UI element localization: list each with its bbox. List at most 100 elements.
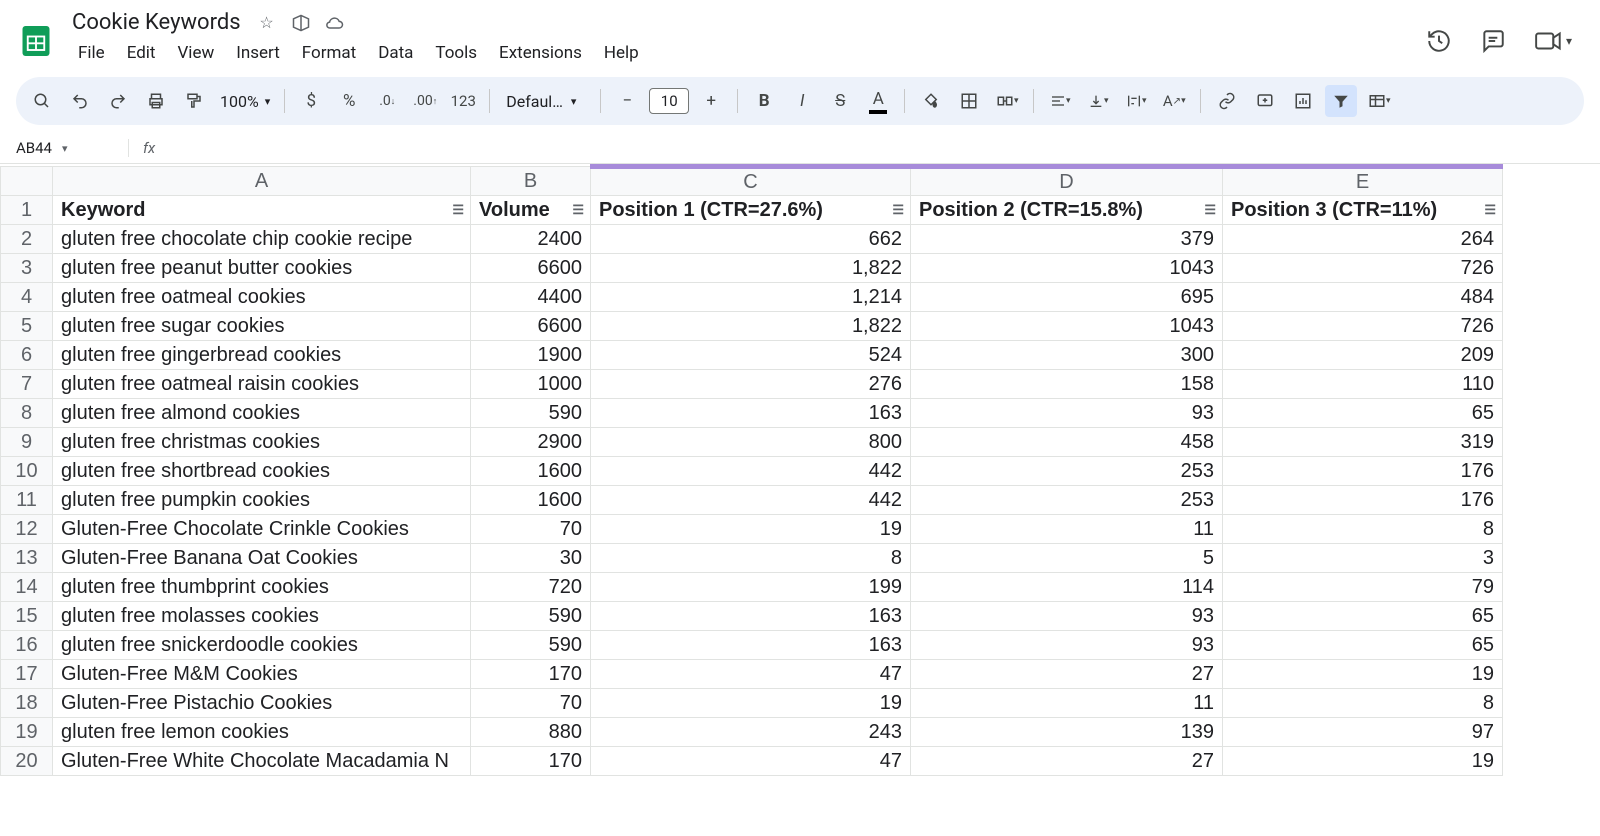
table-row[interactable]: 7gluten free oatmeal raisin cookies10002… xyxy=(1,370,1503,399)
cell[interactable]: 264 xyxy=(1223,225,1503,254)
table-row[interactable]: 8gluten free almond cookies5901639365 xyxy=(1,399,1503,428)
cell[interactable]: Gluten-Free Pistachio Cookies xyxy=(53,689,471,718)
cell[interactable]: gluten free snickerdoodle cookies xyxy=(53,631,471,660)
increase-decimal-icon[interactable]: .00↑ xyxy=(409,85,441,117)
zoom-select[interactable]: 100% ▾ xyxy=(216,92,274,111)
col-header-D[interactable]: D xyxy=(911,167,1223,196)
table-row[interactable]: 20Gluten-Free White Chocolate Macadamia … xyxy=(1,747,1503,776)
cell[interactable]: 1,822 xyxy=(591,312,911,341)
star-icon[interactable]: ☆ xyxy=(257,13,277,33)
table-row[interactable]: 3gluten free peanut butter cookies66001,… xyxy=(1,254,1503,283)
cell[interactable]: 300 xyxy=(911,341,1223,370)
cell[interactable]: gluten free molasses cookies xyxy=(53,602,471,631)
cell[interactable]: 93 xyxy=(911,399,1223,428)
menu-data[interactable]: Data xyxy=(368,39,423,67)
cell[interactable]: 114 xyxy=(911,573,1223,602)
row-header[interactable]: 8 xyxy=(1,399,53,428)
cell[interactable]: gluten free thumbprint cookies xyxy=(53,573,471,602)
table-row[interactable]: 10gluten free shortbread cookies16004422… xyxy=(1,457,1503,486)
cell[interactable]: gluten free lemon cookies xyxy=(53,718,471,747)
vertical-align-icon[interactable]: ▾ xyxy=(1082,85,1114,117)
font-family-select[interactable]: Defaul… ▾ xyxy=(500,92,590,111)
table-row[interactable]: 15gluten free molasses cookies5901639365 xyxy=(1,602,1503,631)
table-row[interactable]: 13Gluten-Free Banana Oat Cookies30853 xyxy=(1,544,1503,573)
merge-cells-icon[interactable]: ▾ xyxy=(991,85,1023,117)
redo-icon[interactable] xyxy=(102,85,134,117)
cell[interactable]: 8 xyxy=(1223,689,1503,718)
move-icon[interactable] xyxy=(291,13,311,33)
row-header[interactable]: 15 xyxy=(1,602,53,631)
cell[interactable]: gluten free christmas cookies xyxy=(53,428,471,457)
name-box[interactable]: AB44 ▾ xyxy=(16,139,116,157)
cell[interactable]: gluten free peanut butter cookies xyxy=(53,254,471,283)
cell[interactable]: 158 xyxy=(911,370,1223,399)
cell[interactable]: 65 xyxy=(1223,631,1503,660)
cell[interactable]: 442 xyxy=(591,486,911,515)
horizontal-align-icon[interactable]: ▾ xyxy=(1044,85,1076,117)
paint-format-icon[interactable] xyxy=(178,85,210,117)
cell[interactable]: Gluten-Free Banana Oat Cookies xyxy=(53,544,471,573)
cloud-status-icon[interactable] xyxy=(325,13,345,33)
cell[interactable]: 1,822 xyxy=(591,254,911,283)
menu-file[interactable]: File xyxy=(68,39,115,67)
cell[interactable]: 590 xyxy=(471,399,591,428)
cell[interactable]: gluten free chocolate chip cookie recipe xyxy=(53,225,471,254)
cell[interactable]: 720 xyxy=(471,573,591,602)
row-header[interactable]: 17 xyxy=(1,660,53,689)
cell[interactable]: 70 xyxy=(471,515,591,544)
strikethrough-icon[interactable]: S xyxy=(824,85,856,117)
cell[interactable]: 176 xyxy=(1223,486,1503,515)
filter-toggle-icon[interactable]: ☰ xyxy=(1204,202,1216,218)
header-cell-pos1[interactable]: Position 1 (CTR=27.6%)☰ xyxy=(591,196,911,225)
cell[interactable]: 97 xyxy=(1223,718,1503,747)
select-all-corner[interactable] xyxy=(1,167,53,196)
menu-edit[interactable]: Edit xyxy=(117,39,166,67)
cell[interactable]: 484 xyxy=(1223,283,1503,312)
meet-icon[interactable]: ▾ xyxy=(1534,28,1572,54)
row-header[interactable]: 9 xyxy=(1,428,53,457)
cell[interactable]: 110 xyxy=(1223,370,1503,399)
cell[interactable]: 199 xyxy=(591,573,911,602)
table-row[interactable]: 5gluten free sugar cookies66001,82210437… xyxy=(1,312,1503,341)
cell[interactable]: 379 xyxy=(911,225,1223,254)
table-row[interactable]: 9gluten free christmas cookies2900800458… xyxy=(1,428,1503,457)
row-header[interactable]: 19 xyxy=(1,718,53,747)
header-cell-volume[interactable]: Volume☰ xyxy=(471,196,591,225)
cell[interactable]: 1043 xyxy=(911,254,1223,283)
cell[interactable]: 19 xyxy=(1223,747,1503,776)
table-row[interactable]: 11gluten free pumpkin cookies16004422531… xyxy=(1,486,1503,515)
cell[interactable]: 253 xyxy=(911,486,1223,515)
cell[interactable]: 1000 xyxy=(471,370,591,399)
filter-toggle-icon[interactable]: ☰ xyxy=(452,202,464,218)
row-header[interactable]: 10 xyxy=(1,457,53,486)
menu-extensions[interactable]: Extensions xyxy=(489,39,592,67)
col-header-B[interactable]: B xyxy=(471,167,591,196)
undo-icon[interactable] xyxy=(64,85,96,117)
text-color-icon[interactable]: A xyxy=(862,85,894,117)
cell[interactable]: 19 xyxy=(1223,660,1503,689)
cell[interactable]: 19 xyxy=(591,689,911,718)
cell[interactable]: 2400 xyxy=(471,225,591,254)
sheets-logo[interactable] xyxy=(16,21,56,61)
cell[interactable]: 170 xyxy=(471,660,591,689)
fill-color-icon[interactable] xyxy=(915,85,947,117)
table-row[interactable]: 17Gluten-Free M&M Cookies170472719 xyxy=(1,660,1503,689)
bold-icon[interactable]: B xyxy=(748,85,780,117)
cell[interactable]: gluten free almond cookies xyxy=(53,399,471,428)
table-view-icon[interactable]: ▾ xyxy=(1363,85,1395,117)
cell[interactable]: 1600 xyxy=(471,457,591,486)
cell[interactable]: 4400 xyxy=(471,283,591,312)
cell[interactable]: gluten free oatmeal raisin cookies xyxy=(53,370,471,399)
insert-link-icon[interactable] xyxy=(1211,85,1243,117)
row-header[interactable]: 3 xyxy=(1,254,53,283)
cell[interactable]: 163 xyxy=(591,602,911,631)
col-header-A[interactable]: A xyxy=(53,167,471,196)
row-header[interactable]: 13 xyxy=(1,544,53,573)
font-size-input[interactable]: 10 xyxy=(649,88,689,114)
menu-insert[interactable]: Insert xyxy=(226,39,290,67)
decrease-decimal-icon[interactable]: .0↓ xyxy=(371,85,403,117)
cell[interactable]: 176 xyxy=(1223,457,1503,486)
cell[interactable]: 65 xyxy=(1223,399,1503,428)
table-row[interactable]: 16gluten free snickerdoodle cookies59016… xyxy=(1,631,1503,660)
cell[interactable]: 458 xyxy=(911,428,1223,457)
